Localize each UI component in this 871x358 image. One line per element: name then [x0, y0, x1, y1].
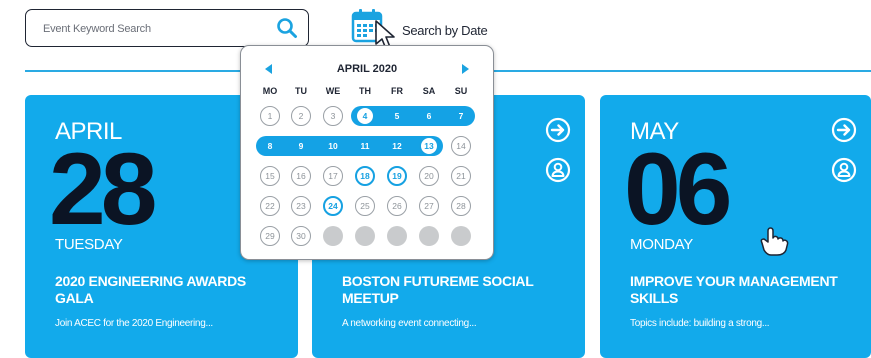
weekday-header: MO — [262, 86, 278, 96]
calendar-empty-cell — [419, 226, 439, 246]
calendar-day[interactable]: 23 — [291, 196, 311, 216]
calendar-day[interactable]: 18 — [355, 166, 375, 186]
weekday-header: SU — [454, 86, 468, 96]
calendar-day[interactable]: 11 — [355, 136, 375, 156]
calendar-day[interactable]: 14 — [451, 136, 471, 156]
weekday-header: WE — [325, 86, 341, 96]
search-icon[interactable] — [276, 17, 298, 39]
next-month-icon[interactable] — [462, 64, 469, 74]
calendar-day[interactable]: 29 — [260, 226, 280, 246]
search-placeholder: Event Keyword Search — [43, 23, 151, 35]
calendar-day[interactable]: 10 — [323, 136, 343, 156]
event-title[interactable]: 2020 ENGINEERING AWARDS GALA — [55, 273, 285, 307]
weekday-header: TH — [359, 86, 371, 96]
calendar-day[interactable]: 19 — [387, 166, 407, 186]
calendar-month-title: APRIL 2020 — [336, 63, 398, 75]
calendar-day[interactable]: 6 — [419, 106, 439, 126]
calendar-popup: APRIL 2020 MO TU WE TH FR SA SU 1 2 3 4 5 6 7 8 9 10 11 12… — [240, 45, 494, 260]
calendar-day[interactable]: 2 — [291, 106, 311, 126]
calendar-day[interactable]: 24 — [323, 196, 343, 216]
event-description: Join ACEC for the 2020 Engineering... — [55, 318, 213, 329]
calendar-empty-cell — [451, 226, 471, 246]
calendar-day[interactable]: 21 — [451, 166, 471, 186]
event-card[interactable]: MAY 06 MONDAY IMPROVE YOUR MANAGEMENT SK… — [600, 95, 871, 358]
calendar-day[interactable]: 5 — [387, 106, 407, 126]
date-range-highlight — [256, 136, 443, 156]
weekday-header: TU — [295, 86, 307, 96]
arrow-right-icon[interactable] — [545, 117, 571, 143]
event-weekday: TUESDAY — [55, 236, 123, 253]
calendar-day[interactable]: 15 — [260, 166, 280, 186]
calendar-day[interactable]: 17 — [323, 166, 343, 186]
calendar-day[interactable]: 3 — [323, 106, 343, 126]
calendar-empty-cell — [323, 226, 343, 246]
weekday-header: FR — [391, 86, 403, 96]
event-description: Topics include: building a strong... — [630, 318, 770, 329]
hand-pointer-icon — [760, 227, 789, 256]
search-input[interactable]: Event Keyword Search — [25, 9, 309, 47]
calendar-day[interactable]: 4 — [355, 106, 375, 126]
calendar-day[interactable]: 16 — [291, 166, 311, 186]
calendar-day[interactable]: 20 — [419, 166, 439, 186]
calendar-day[interactable]: 12 — [387, 136, 407, 156]
event-title[interactable]: BOSTON FUTUREME SOCIAL MEETUP — [342, 273, 572, 307]
calendar-day[interactable]: 28 — [451, 196, 471, 216]
event-day: 28 — [49, 132, 157, 246]
search-by-date-label: Search by Date — [402, 23, 488, 38]
calendar-day[interactable]: 7 — [451, 106, 471, 126]
person-icon[interactable] — [545, 157, 571, 183]
event-weekday: MONDAY — [630, 236, 693, 253]
weekday-header: SA — [422, 86, 436, 96]
calendar-day[interactable]: 1 — [260, 106, 280, 126]
calendar-empty-cell — [387, 226, 407, 246]
arrow-right-icon[interactable] — [831, 117, 857, 143]
calendar-day[interactable]: 30 — [291, 226, 311, 246]
calendar-day[interactable]: 27 — [419, 196, 439, 216]
calendar-day[interactable]: 8 — [260, 136, 280, 156]
event-day: 06 — [624, 132, 732, 246]
calendar-empty-cell — [355, 226, 375, 246]
event-description: A networking event connecting... — [342, 318, 477, 329]
search-by-date-button[interactable]: Search by Date — [350, 7, 520, 50]
event-title[interactable]: IMPROVE YOUR MANAGEMENT SKILLS — [630, 273, 860, 307]
calendar-day[interactable]: 26 — [387, 196, 407, 216]
calendar-day[interactable]: 13 — [419, 136, 439, 156]
calendar-day[interactable]: 22 — [260, 196, 280, 216]
calendar-day[interactable]: 25 — [355, 196, 375, 216]
person-icon[interactable] — [831, 157, 857, 183]
calendar-day[interactable]: 9 — [291, 136, 311, 156]
